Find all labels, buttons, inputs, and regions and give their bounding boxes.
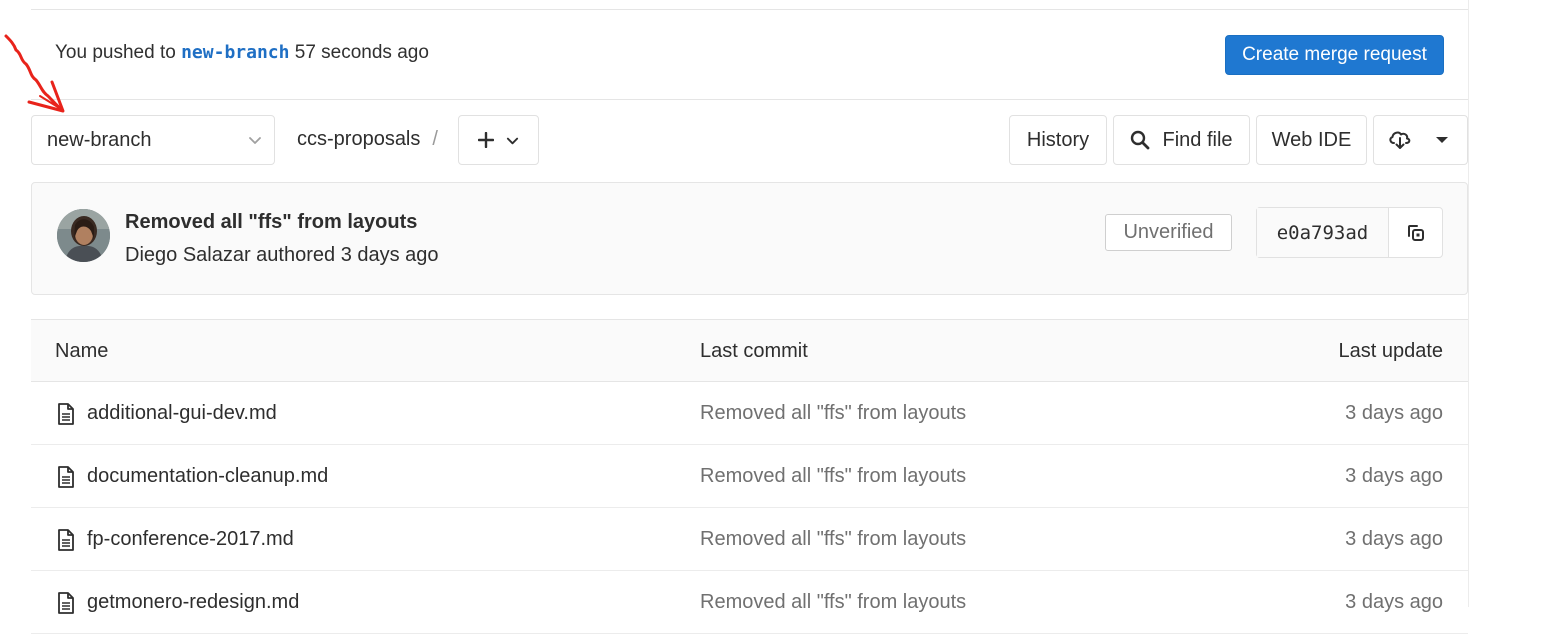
file-name-link[interactable]: documentation-cleanup.md <box>87 465 328 488</box>
chevron-down-icon <box>506 137 519 144</box>
push-message: You pushed to new-branch 57 seconds ago <box>55 42 429 64</box>
annotation-arrow-icon <box>4 34 65 113</box>
search-icon <box>1131 130 1150 150</box>
chevron-down-icon <box>249 137 261 144</box>
add-new-dropdown-button[interactable] <box>458 115 539 165</box>
file-name-link[interactable]: getmonero-redesign.md <box>87 591 299 614</box>
breadcrumb-separator: / <box>432 128 438 150</box>
create-merge-request-button[interactable]: Create merge request <box>1225 35 1444 75</box>
commit-author-line: Diego Salazar authored 3 days ago <box>125 244 439 266</box>
find-file-button[interactable]: Find file <box>1113 115 1250 165</box>
header-last-update: Last update <box>1338 340 1443 362</box>
file-updated-time: 3 days ago <box>1345 465 1443 487</box>
file-updated-time: 3 days ago <box>1345 402 1443 424</box>
cloud-download-icon <box>1389 131 1411 149</box>
breadcrumb-project-link[interactable]: ccs-proposals <box>297 128 420 150</box>
file-icon <box>58 466 74 488</box>
last-commit-panel: Removed all "ffs" from layouts Diego Sal… <box>31 182 1468 295</box>
file-commit-link[interactable]: Removed all "ffs" from layouts <box>700 591 966 614</box>
file-updated-time: 3 days ago <box>1345 591 1443 613</box>
header-last-commit: Last commit <box>700 340 808 362</box>
download-dropdown-button[interactable] <box>1373 115 1468 165</box>
avatar[interactable] <box>57 209 110 262</box>
file-icon <box>58 592 74 614</box>
plus-icon <box>478 132 494 148</box>
push-time: 57 seconds ago <box>294 42 429 63</box>
copy-icon <box>1407 224 1424 241</box>
caret-down-icon <box>1436 137 1448 143</box>
file-updated-time: 3 days ago <box>1345 528 1443 550</box>
file-commit-link[interactable]: Removed all "ffs" from layouts <box>700 465 966 488</box>
table-row[interactable]: additional-gui-dev.md Removed all "ffs" … <box>31 382 1468 445</box>
find-file-label: Find file <box>1162 128 1233 151</box>
table-row[interactable]: fp-conference-2017.md Removed all "ffs" … <box>31 508 1468 571</box>
author-avatar-icon <box>57 209 110 262</box>
file-commit-link[interactable]: Removed all "ffs" from layouts <box>700 528 966 551</box>
file-commit-link[interactable]: Removed all "ffs" from layouts <box>700 402 966 425</box>
history-button[interactable]: History <box>1009 115 1107 165</box>
file-name-link[interactable]: additional-gui-dev.md <box>87 402 277 425</box>
commit-sha-group: e0a793ad <box>1256 207 1443 258</box>
copy-sha-button[interactable] <box>1389 208 1442 257</box>
branch-selector-value: new-branch <box>47 128 152 151</box>
pushed-branch-link[interactable]: new-branch <box>181 42 289 63</box>
repository-file-table: Name Last commit Last update additional-… <box>31 319 1468 634</box>
web-ide-button[interactable]: Web IDE <box>1256 115 1367 165</box>
push-notification-banner: You pushed to new-branch 57 seconds ago … <box>31 10 1468 100</box>
branch-selector-dropdown[interactable]: new-branch <box>31 115 275 165</box>
commit-sha-label[interactable]: e0a793ad <box>1257 208 1389 257</box>
breadcrumb: ccs-proposals / <box>297 128 438 151</box>
file-name-link[interactable]: fp-conference-2017.md <box>87 528 294 551</box>
commit-title-link[interactable]: Removed all "ffs" from layouts <box>125 211 417 234</box>
table-row[interactable]: documentation-cleanup.md Removed all "ff… <box>31 445 1468 508</box>
file-icon <box>58 403 74 425</box>
signature-status-badge[interactable]: Unverified <box>1105 214 1232 251</box>
table-header: Name Last commit Last update <box>31 320 1468 382</box>
file-icon <box>58 529 74 551</box>
content-edge-divider <box>1468 0 1469 607</box>
header-name: Name <box>55 340 109 362</box>
table-row[interactable]: getmonero-redesign.md Removed all "ffs" … <box>31 571 1468 634</box>
